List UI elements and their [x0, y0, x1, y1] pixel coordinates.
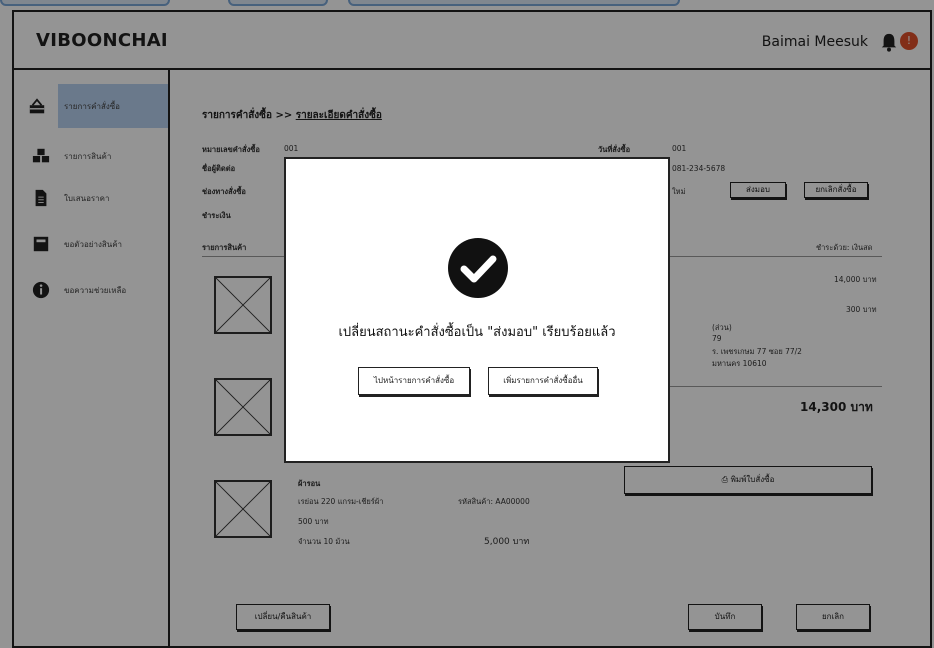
- check-circle-icon: [448, 238, 508, 298]
- add-another-order-button[interactable]: เพิ่มรายการคำสั่งซื้ออื่น: [488, 367, 598, 395]
- success-message: เปลี่ยนสถานะคำสั่งซื้อเป็น "ส่งมอบ" เรีย…: [338, 325, 616, 340]
- go-to-orders-button[interactable]: ไปหน้ารายการคำสั่งซื้อ: [358, 367, 470, 395]
- success-dialog: เปลี่ยนสถานะคำสั่งซื้อเป็น "ส่งมอบ" เรีย…: [284, 157, 670, 463]
